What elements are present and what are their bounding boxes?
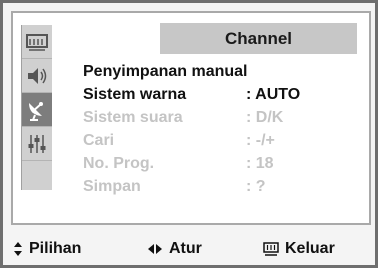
picture-icon[interactable] (22, 25, 52, 58)
menu-item-value: : 18 (246, 155, 274, 172)
left-right-arrow-icon (148, 244, 162, 254)
help-exit: Keluar (263, 235, 335, 263)
help-bar: Pilihan Atur Keluar (11, 235, 373, 263)
menu-item-label: Simpan (83, 178, 141, 195)
satellite-dish-icon[interactable] (22, 93, 52, 126)
help-adjust-label: Atur (169, 240, 202, 257)
menu-item-value: : -/+ (246, 132, 275, 149)
menu-item-value: : AUTO (246, 86, 301, 103)
speaker-icon[interactable] (22, 59, 52, 92)
help-select: Pilihan (13, 235, 81, 263)
menu-title: Channel (224, 28, 293, 48)
help-exit-label: Keluar (285, 240, 335, 257)
menu-item-label: Sistem suara (83, 109, 183, 126)
menu-header: Channel (160, 23, 357, 54)
up-down-arrow-icon (14, 242, 22, 256)
menu-item-label: Cari (83, 132, 115, 149)
menu-exit-icon (263, 242, 279, 256)
menu-sidebar (21, 25, 52, 190)
menu-item-label: No. Prog. (83, 155, 155, 172)
help-adjust: Atur (147, 235, 202, 263)
menu-item-value: : D/K (246, 109, 284, 126)
osd-window: Channel Penyimpanan manual Sistem warna … (0, 0, 378, 268)
equalizer-sliders-icon[interactable] (22, 127, 52, 160)
help-select-label: Pilihan (29, 240, 82, 257)
menu-item-value: : ? (246, 178, 266, 195)
sidebar-divider (22, 160, 52, 161)
section-title: Penyimpanan manual (83, 63, 248, 80)
menu-item-label: Sistem warna (83, 86, 187, 103)
